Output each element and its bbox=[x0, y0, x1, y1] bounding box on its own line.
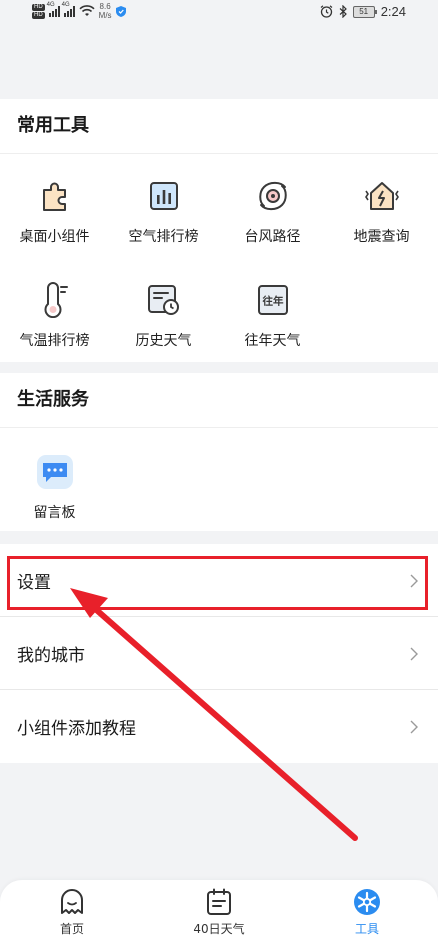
tool-label: 历史天气 bbox=[135, 333, 192, 349]
network-speed: 8.6 M/s bbox=[99, 2, 112, 20]
tool-label: 台风路径 bbox=[244, 229, 301, 245]
hd-badges: HD HD bbox=[32, 3, 45, 19]
history-calendar-icon bbox=[144, 280, 184, 320]
life-services-card: 生活服务 留言板 bbox=[0, 373, 438, 531]
tool-desktop-widget[interactable]: 桌面小组件 bbox=[0, 164, 109, 268]
calendar-icon bbox=[207, 888, 231, 915]
past-years-icon-text: 往年 bbox=[262, 295, 283, 308]
bar-chart-icon bbox=[144, 176, 184, 216]
earthquake-icon bbox=[362, 176, 402, 216]
tool-label: 地震查询 bbox=[353, 229, 410, 245]
wifi-icon bbox=[79, 5, 95, 16]
battery-icon: 51 bbox=[352, 5, 377, 18]
my-cities-row[interactable]: 我的城市 bbox=[0, 617, 438, 690]
home-ghost-icon bbox=[61, 889, 83, 914]
clock: 2:24 bbox=[380, 4, 406, 19]
signal-icon-2: 4G bbox=[61, 2, 75, 17]
chevron-right-icon bbox=[402, 647, 426, 661]
net-type-1: 4G bbox=[46, 2, 55, 8]
status-bar: HD HD 4G 4G 8.6 M/s 51 2:24 bbox=[0, 0, 438, 28]
common-tools-title: 常用工具 bbox=[0, 99, 438, 154]
tab-home[interactable]: 首页 bbox=[22, 888, 122, 937]
hd-badge-1: HD bbox=[32, 3, 45, 11]
tool-label: 桌面小组件 bbox=[19, 229, 90, 245]
my-cities-label: 我的城市 bbox=[17, 646, 85, 666]
tool-label: 往年天气 bbox=[244, 333, 301, 349]
common-tools-grid: 桌面小组件 空气排行榜 台风路径 地震查询 气温排行榜 历史天气 往年 往年天气 bbox=[0, 154, 438, 372]
tab-tools-label: 工具 bbox=[354, 922, 379, 936]
tool-label: 留言板 bbox=[33, 505, 76, 521]
tool-temperature-ranking[interactable]: 气温排行榜 bbox=[0, 268, 109, 372]
settings-highlight-box bbox=[7, 556, 428, 610]
tool-air-ranking[interactable]: 空气排行榜 bbox=[109, 164, 218, 268]
life-services-grid: 留言板 bbox=[0, 428, 438, 542]
net-type-2: 4G bbox=[61, 2, 70, 8]
status-right: 51 2:24 bbox=[320, 4, 406, 19]
speed-value: 8.6 bbox=[99, 2, 111, 11]
thermometer-icon bbox=[35, 280, 75, 320]
tab-40-day-weather[interactable]: 40日天气 bbox=[169, 888, 269, 937]
tab-40-day-label: 40日天气 bbox=[193, 922, 245, 936]
speed-unit: M/s bbox=[98, 11, 112, 20]
tools-icon bbox=[354, 889, 380, 915]
typhoon-icon bbox=[253, 176, 293, 216]
tab-home-label: 首页 bbox=[59, 922, 84, 936]
tool-message-board[interactable]: 留言板 bbox=[0, 438, 109, 542]
status-left: HD HD 4G 4G 8.6 M/s bbox=[32, 2, 126, 20]
bottom-tab-bar: 首页 40日天气 工具 bbox=[0, 880, 438, 945]
widget-tutorial-label: 小组件添加教程 bbox=[17, 719, 136, 739]
signal-icon-1: 4G bbox=[46, 2, 60, 17]
tool-earthquake[interactable]: 地震查询 bbox=[327, 164, 436, 268]
puzzle-icon bbox=[35, 176, 75, 216]
tool-past-years-weather[interactable]: 往年 往年天气 bbox=[218, 268, 327, 372]
tool-label: 气温排行榜 bbox=[19, 333, 90, 349]
chevron-right-icon bbox=[402, 720, 426, 734]
tool-history-weather[interactable]: 历史天气 bbox=[109, 268, 218, 372]
past-years-icon: 往年 bbox=[253, 280, 293, 320]
bluetooth-icon bbox=[339, 5, 347, 18]
message-board-icon bbox=[35, 452, 75, 492]
life-services-title: 生活服务 bbox=[0, 373, 438, 428]
tab-tools[interactable]: 工具 bbox=[317, 888, 417, 937]
hd-badge-2: HD bbox=[32, 11, 45, 19]
tool-typhoon-path[interactable]: 台风路径 bbox=[218, 164, 327, 268]
shield-icon bbox=[115, 5, 126, 17]
alarm-icon bbox=[320, 5, 333, 18]
common-tools-card: 常用工具 桌面小组件 空气排行榜 台风路径 地震查询 气温排行榜 历史天气 往年… bbox=[0, 99, 438, 362]
widget-tutorial-row[interactable]: 小组件添加教程 bbox=[0, 690, 438, 763]
tool-label: 空气排行榜 bbox=[128, 229, 199, 245]
